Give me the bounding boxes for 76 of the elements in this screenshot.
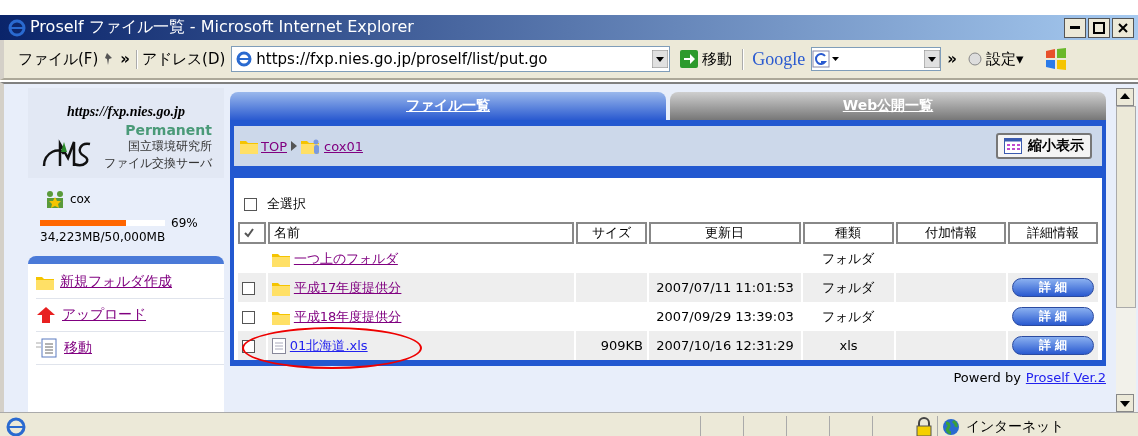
footer-text: Powerd by bbox=[953, 370, 1021, 385]
select-all-checkbox[interactable] bbox=[244, 197, 257, 211]
document-icon bbox=[36, 338, 58, 358]
quota-percent: 69% bbox=[171, 216, 198, 230]
table-cell: 909KB bbox=[575, 331, 648, 360]
menu-link[interactable]: アップロード bbox=[62, 306, 146, 324]
logo-subtitle: Permanent bbox=[125, 122, 212, 138]
user-name: cox bbox=[70, 192, 91, 206]
detail-button[interactable]: 詳 細 bbox=[1012, 307, 1094, 326]
address-field[interactable]: https://fxp.nies.go.jp/proself/list/put.go bbox=[231, 46, 671, 72]
up-arrow-icon bbox=[36, 307, 56, 323]
document-icon bbox=[271, 337, 286, 354]
dropdown-icon bbox=[924, 50, 941, 68]
detail-button[interactable]: 詳 細 bbox=[1012, 278, 1094, 297]
lock-icon bbox=[915, 417, 933, 436]
separator-arrow-icon bbox=[290, 141, 298, 151]
row-checkbox[interactable] bbox=[242, 282, 255, 295]
column-header[interactable] bbox=[238, 222, 266, 244]
check-icon bbox=[244, 228, 254, 238]
windows-logo-icon bbox=[1043, 47, 1068, 71]
table-cell-text: フォルダ bbox=[821, 249, 876, 268]
maximize-button[interactable] bbox=[1088, 17, 1110, 38]
toolbar-chevron[interactable]: » bbox=[947, 50, 957, 68]
logo-text: 国立環境研究所 bbox=[128, 138, 212, 155]
user-group-icon bbox=[46, 190, 64, 208]
select-all-label: 全選択 bbox=[267, 195, 306, 213]
quota-text: 34,223MB/50,000MB bbox=[39, 230, 167, 244]
column-header[interactable]: 名前 bbox=[267, 222, 574, 244]
detail-button[interactable]: 詳 細 bbox=[1012, 336, 1094, 355]
grid-icon bbox=[1004, 138, 1022, 154]
folder-icon bbox=[36, 274, 54, 290]
maximize-icon bbox=[1091, 19, 1107, 36]
settings-button[interactable]: 設定▾ bbox=[963, 49, 1038, 69]
minimize-button[interactable] bbox=[1064, 17, 1086, 38]
user-folder-icon bbox=[301, 138, 321, 154]
table-cell: 2007/10/16 12:31:29 bbox=[649, 331, 801, 360]
table-cell-text: フォルダ bbox=[821, 307, 876, 326]
radio-icon bbox=[967, 51, 983, 67]
table-cell: 2007/07/11 11:01:53 bbox=[649, 273, 801, 302]
toolbar-chevron[interactable]: » bbox=[120, 50, 131, 68]
row-checkbox[interactable] bbox=[242, 340, 255, 353]
menu-link[interactable]: 新規フォルダ作成 bbox=[60, 273, 172, 291]
footer-link[interactable]: Proself Ver.2 bbox=[1025, 370, 1106, 385]
column-header[interactable]: 更新日 bbox=[649, 222, 801, 244]
scrollbar[interactable] bbox=[1116, 88, 1136, 412]
table-cell: フォルダ bbox=[802, 273, 895, 302]
breadcrumb-link[interactable]: cox01 bbox=[324, 138, 363, 154]
reduced-view-button[interactable]: 縮小表示 bbox=[996, 133, 1092, 159]
go-button[interactable]: 移動 bbox=[676, 49, 737, 69]
column-header[interactable]: 詳細情報 bbox=[1008, 222, 1098, 244]
dropdown-icon bbox=[652, 50, 669, 68]
minimize-icon bbox=[1070, 26, 1080, 29]
google-logo: Google bbox=[742, 48, 806, 70]
window-title: Proself ファイル一覧 - Microsoft Internet Explorer bbox=[30, 17, 415, 38]
row-checkbox[interactable] bbox=[242, 311, 255, 324]
table-cell: xls bbox=[802, 331, 895, 360]
site-url: https://fxp.nies.go.jp bbox=[67, 104, 185, 120]
scrollbar-thumb[interactable] bbox=[1116, 106, 1136, 308]
logo-text: ファイル交換サーバ bbox=[104, 155, 212, 172]
breadcrumb-link[interactable]: TOP bbox=[261, 138, 287, 154]
file-menu[interactable]: ファイル(F) bbox=[18, 49, 99, 69]
zone-label: インターネット bbox=[966, 418, 1064, 436]
scroll-up-icon bbox=[1116, 88, 1134, 106]
column-header[interactable]: サイズ bbox=[575, 222, 648, 244]
column-header[interactable]: 種類 bbox=[802, 222, 895, 244]
file-link[interactable]: 平成18年度提供分 bbox=[293, 307, 402, 326]
column-header[interactable]: 付加情報 bbox=[896, 222, 1006, 244]
file-link[interactable]: 一つ上のフォルダ bbox=[293, 249, 398, 268]
close-button[interactable] bbox=[1112, 17, 1134, 38]
file-link[interactable]: 01北海道.xls bbox=[289, 336, 368, 355]
menu-link[interactable]: 移動 bbox=[64, 339, 92, 357]
folder-icon bbox=[240, 138, 258, 154]
globe-icon bbox=[942, 418, 960, 436]
address-label: アドレス(D) bbox=[136, 49, 226, 69]
search-field[interactable] bbox=[811, 47, 942, 71]
table-cell-text: 2007/09/29 13:39:03 bbox=[655, 308, 795, 326]
